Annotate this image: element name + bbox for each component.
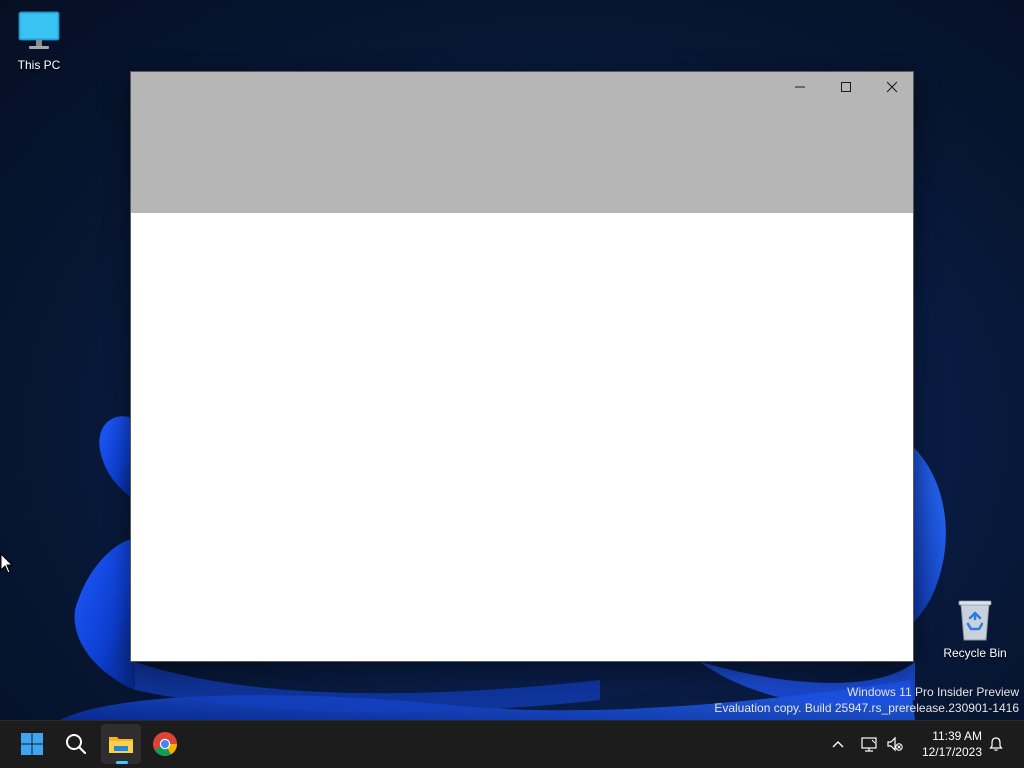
- watermark-build: Evaluation copy. Build 25947.rs_prerelea…: [714, 701, 1019, 715]
- close-button[interactable]: [869, 72, 915, 102]
- window-content[interactable]: [131, 213, 913, 661]
- watermark-edition: Windows 11 Pro Insider Preview: [847, 685, 1019, 699]
- maximize-icon: [841, 82, 851, 92]
- bell-icon: [989, 737, 1003, 751]
- desktop-icon-recycle-bin[interactable]: Recycle Bin: [936, 596, 1014, 660]
- monitor-icon: [18, 11, 60, 49]
- network-icon: [861, 737, 877, 752]
- title-bar[interactable]: [131, 72, 913, 213]
- network-status-button[interactable]: [858, 724, 880, 764]
- desktop-icon-this-pc[interactable]: This PC: [0, 8, 78, 72]
- minimize-icon: [795, 86, 805, 88]
- chrome-button[interactable]: [145, 724, 185, 764]
- chevron-up-icon: [832, 741, 844, 748]
- active-app-indicator: [116, 761, 128, 764]
- mouse-cursor-icon: [0, 553, 14, 574]
- taskbar-clock[interactable]: 11:39 AM 12/17/2023: [912, 728, 982, 760]
- start-button[interactable]: [12, 724, 52, 764]
- clock-time: 11:39 AM: [932, 729, 982, 743]
- folder-icon: [109, 737, 133, 753]
- minimize-button[interactable]: [777, 72, 823, 102]
- show-hidden-icons-button[interactable]: [826, 724, 850, 764]
- app-window: [130, 71, 914, 662]
- search-icon: [66, 734, 87, 755]
- volume-muted-icon: [887, 736, 903, 752]
- volume-button[interactable]: [884, 724, 906, 764]
- evaluation-watermark: Windows 11 Pro Insider Preview Evaluatio…: [714, 684, 1019, 716]
- clock-date: 12/17/2023: [921, 745, 982, 759]
- close-icon: [886, 81, 898, 93]
- windows-logo-icon: [21, 733, 43, 755]
- chrome-icon: [153, 732, 177, 757]
- desktop-icon-label: This PC: [17, 58, 61, 72]
- desktop-icon-label: Recycle Bin: [943, 646, 1007, 660]
- taskbar: 11:39 AM 12/17/2023: [0, 720, 1024, 768]
- file-explorer-button[interactable]: [101, 724, 141, 764]
- maximize-button[interactable]: [823, 72, 869, 102]
- search-button[interactable]: [56, 724, 96, 764]
- recycle-bin-icon: [958, 600, 992, 641]
- notification-button[interactable]: [984, 724, 1008, 764]
